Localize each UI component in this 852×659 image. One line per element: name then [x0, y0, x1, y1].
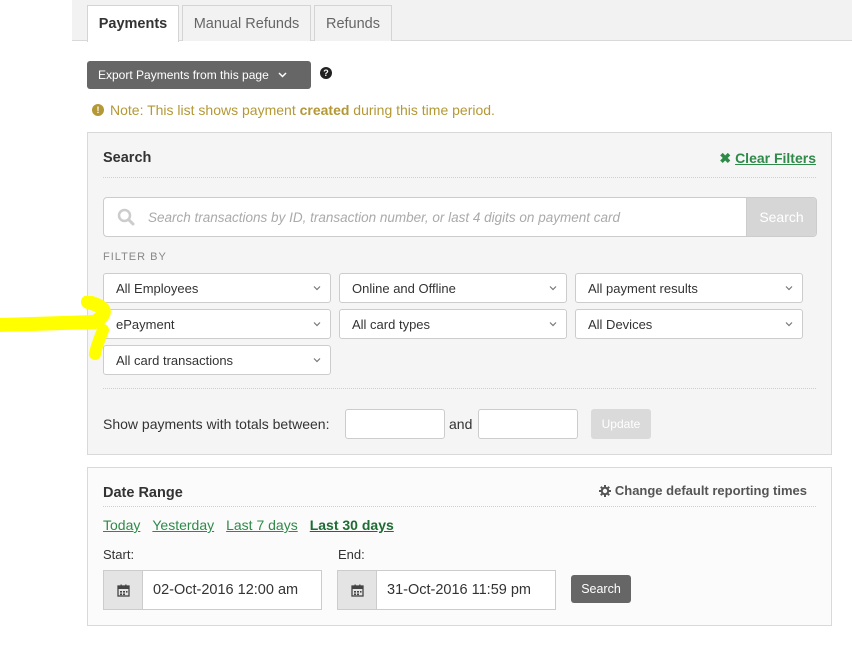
- date-search-button[interactable]: Search: [571, 575, 631, 603]
- range-yesterday-link[interactable]: Yesterday: [152, 517, 214, 533]
- search-button[interactable]: Search: [746, 198, 816, 236]
- divider: [103, 506, 816, 507]
- yellow-highlight-annotation: [0, 296, 111, 360]
- search-icon: [117, 208, 135, 226]
- payment-results-select-value: All payment results: [588, 280, 698, 296]
- update-button[interactable]: Update: [591, 409, 651, 439]
- calendar-icon[interactable]: [104, 571, 143, 609]
- clear-filters-link[interactable]: ✖ Clear Filters: [719, 150, 816, 167]
- search-input[interactable]: [148, 198, 744, 236]
- end-date-value: 31-Oct-2016 11:59 pm: [387, 582, 532, 598]
- end-date-field[interactable]: 31-Oct-2016 11:59 pm: [337, 570, 556, 610]
- range-today-link[interactable]: Today: [103, 517, 140, 533]
- filter-by-label: FILTER BY: [103, 251, 167, 263]
- tab-refunds[interactable]: Refunds: [314, 5, 392, 41]
- start-label: Start:: [103, 547, 135, 562]
- change-reporting-times-link[interactable]: Change default reporting times: [598, 483, 807, 498]
- payment-type-select[interactable]: ePayment: [103, 309, 331, 339]
- chevron-down-icon: [313, 358, 321, 363]
- close-icon: ✖: [719, 150, 732, 166]
- tab-bar: Payments Manual Refunds Refunds: [72, 0, 852, 42]
- tab-manual-refunds[interactable]: Manual Refunds: [182, 5, 311, 41]
- search-panel-title: Search: [103, 150, 152, 166]
- start-date-value: 02-Oct-2016 12:00 am: [153, 582, 299, 598]
- channel-select-value: Online and Offline: [352, 280, 456, 296]
- and-label: and: [449, 416, 473, 432]
- tab-payments[interactable]: Payments: [87, 5, 179, 42]
- card-types-select-value: All card types: [352, 316, 431, 332]
- min-amount-input[interactable]: [345, 409, 445, 439]
- devices-select-value: All Devices: [588, 316, 653, 332]
- chevron-down-icon: [313, 322, 321, 327]
- range-last-30-days-link[interactable]: Last 30 days: [310, 517, 394, 533]
- note-prefix: Note: This list shows payment: [110, 102, 300, 118]
- exclamation-circle-icon: !: [92, 104, 104, 116]
- question-circle-icon[interactable]: ?: [320, 67, 332, 79]
- employees-select[interactable]: All Employees: [103, 273, 331, 303]
- date-range-links: Today Yesterday Last 7 days Last 30 days: [103, 517, 406, 533]
- chevron-down-icon: [785, 322, 793, 327]
- note-suffix: during this time period.: [349, 102, 495, 118]
- chevron-down-icon: [313, 286, 321, 291]
- clear-filters-label: Clear Filters: [735, 150, 816, 166]
- payment-results-select[interactable]: All payment results: [575, 273, 803, 303]
- totals-label: Show payments with totals between:: [103, 416, 330, 432]
- devices-select[interactable]: All Devices: [575, 309, 803, 339]
- change-reporting-times-label: Change default reporting times: [614, 483, 807, 498]
- employees-select-value: All Employees: [116, 280, 199, 296]
- max-amount-input[interactable]: [478, 409, 578, 439]
- range-last-7-days-link[interactable]: Last 7 days: [226, 517, 298, 533]
- chevron-down-icon: [549, 322, 557, 327]
- chevron-down-icon: [549, 286, 557, 291]
- export-payments-button[interactable]: Export Payments from this page: [87, 61, 311, 89]
- divider: [103, 177, 816, 178]
- payment-type-select-value: ePayment: [116, 316, 175, 332]
- card-transactions-select[interactable]: All card transactions: [103, 345, 331, 375]
- date-range-title: Date Range: [103, 485, 183, 501]
- card-types-select[interactable]: All card types: [339, 309, 567, 339]
- chevron-down-icon: [278, 70, 287, 81]
- gear-icon: [598, 484, 611, 497]
- calendar-icon[interactable]: [338, 571, 377, 609]
- channel-select[interactable]: Online and Offline: [339, 273, 567, 303]
- chevron-down-icon: [785, 286, 793, 291]
- divider: [103, 388, 816, 389]
- end-label: End:: [338, 547, 365, 562]
- search-box: Search: [103, 197, 817, 237]
- export-payments-label: Export Payments from this page: [98, 68, 269, 82]
- date-range-panel: Date Range Change default reporting time…: [87, 467, 832, 626]
- card-transactions-select-value: All card transactions: [116, 352, 234, 368]
- search-panel: Search ✖Clear Filters Search FILTER BY A…: [87, 132, 832, 455]
- note-bold: created: [299, 102, 350, 118]
- note-message: ! Note: This list shows payment created …: [92, 102, 495, 118]
- start-date-field[interactable]: 02-Oct-2016 12:00 am: [103, 570, 322, 610]
